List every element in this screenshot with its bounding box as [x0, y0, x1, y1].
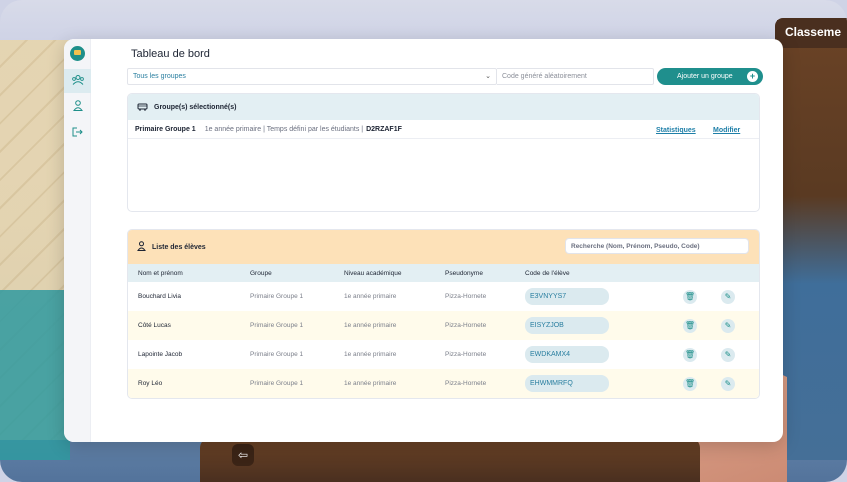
backdrop-bottom-bar: [200, 438, 700, 482]
statistics-link[interactable]: Statistiques: [656, 127, 696, 134]
backdrop-right-panel: [777, 20, 847, 460]
group-select[interactable]: Tous les groupes ⌄: [127, 68, 497, 85]
backdrop-top-rail: [0, 0, 847, 40]
student-search-input[interactable]: Recherche (Nom, Prénom, Pseudo, Code): [565, 238, 749, 254]
group-select-value: Tous les groupes: [133, 73, 186, 80]
students-header: Liste des élèves Recherche (Nom, Prénom,…: [128, 230, 759, 264]
student-group: Primaire Groupe 1: [250, 322, 304, 329]
col-level: Niveau académique: [344, 269, 402, 277]
groups-icon: [71, 74, 84, 88]
add-group-button[interactable]: Ajouter un groupe +: [657, 68, 763, 85]
student-icon: [137, 241, 146, 253]
selected-groups-header: Groupe(s) sélectionné(s): [128, 94, 759, 120]
edit-icon[interactable]: ✎: [721, 318, 735, 333]
group-code-placeholder: Code généré aléatoirement: [502, 73, 587, 80]
student-name: Bouchard Livia: [138, 293, 181, 300]
dashboard-window: Tableau de bord Tous les groupes ⌄ Code …: [64, 39, 783, 442]
trash-icon[interactable]: 🗑: [683, 347, 697, 362]
edit-icon[interactable]: ✎: [721, 347, 735, 362]
selected-group-name: Primaire Groupe 1: [135, 125, 196, 133]
student-level: 1e année primaire: [344, 322, 397, 329]
add-group-label: Ajouter un groupe: [677, 73, 733, 80]
student-name: Lapointe Jacob: [138, 351, 183, 358]
main-content: Tableau de bord Tous les groupes ⌄ Code …: [91, 39, 783, 442]
table-row: Roy Léo Primaire Groupe 1 1e année prima…: [128, 369, 759, 398]
student-search-placeholder: Recherche (Nom, Prénom, Pseudo, Code): [571, 242, 700, 250]
sidebar-item-logout[interactable]: [64, 121, 91, 145]
student-pseudo: Pizza-Hornete: [445, 293, 487, 300]
logout-icon: [72, 126, 83, 140]
student-name: Côté Lucas: [138, 322, 171, 329]
selected-group-desc: 1e année primaire | Temps défini par les…: [204, 125, 364, 133]
student-level: 1e année primaire: [344, 351, 397, 358]
app-logo[interactable]: [70, 46, 85, 61]
students-table-header: Nom et prénom Groupe Niveau académique P…: [128, 264, 759, 282]
selected-group-code: D2RZAF1F: [366, 125, 402, 133]
user-icon: [72, 100, 83, 114]
sidebar: [64, 39, 91, 442]
student-level: 1e année primaire: [344, 380, 397, 387]
col-code: Code de l'élève: [525, 269, 570, 277]
sidebar-item-profile[interactable]: [64, 95, 91, 119]
edit-group-link[interactable]: Modifier: [713, 127, 740, 134]
trash-icon[interactable]: 🗑: [683, 376, 697, 391]
chevron-down-icon: ⌄: [485, 73, 491, 80]
group-bus-icon: [137, 102, 148, 113]
students-card: Liste des élèves Recherche (Nom, Prénom,…: [127, 229, 760, 399]
table-row: Côté Lucas Primaire Groupe 1 1e année pr…: [128, 311, 759, 340]
group-code-input[interactable]: Code généré aléatoirement: [497, 68, 654, 85]
student-code: EISYZJOB: [525, 317, 609, 334]
selected-groups-title: Groupe(s) sélectionné(s): [154, 103, 237, 111]
student-name: Roy Léo: [138, 380, 163, 387]
student-group: Primaire Groupe 1: [250, 293, 304, 300]
table-row: Lapointe Jacob Primaire Groupe 1 1e anné…: [128, 340, 759, 369]
col-group: Groupe: [250, 269, 272, 277]
student-pseudo: Pizza-Hornete: [445, 380, 487, 387]
trash-icon[interactable]: 🗑: [683, 318, 697, 333]
backdrop-exit-icon: ⇦: [232, 444, 254, 466]
table-row: Bouchard Livia Primaire Groupe 1 1e anné…: [128, 282, 759, 311]
edit-icon[interactable]: ✎: [721, 289, 735, 304]
student-group: Primaire Groupe 1: [250, 351, 304, 358]
student-level: 1e année primaire: [344, 293, 397, 300]
student-code: EWDKAMX4: [525, 346, 609, 363]
col-pseudo: Pseudonyme: [445, 269, 483, 277]
student-code: EHWMMRFQ: [525, 375, 609, 392]
trash-icon[interactable]: 🗑: [683, 289, 697, 304]
page-title: Tableau de bord: [131, 48, 210, 60]
sidebar-item-groups[interactable]: [64, 69, 91, 93]
selected-groups-card: Groupe(s) sélectionné(s) Primaire Groupe…: [127, 93, 760, 212]
student-group: Primaire Groupe 1: [250, 380, 304, 387]
backdrop-water: [0, 290, 70, 460]
backdrop-panel-title: Classeme: [784, 25, 841, 39]
student-pseudo: Pizza-Hornete: [445, 351, 487, 358]
col-name: Nom et prénom: [138, 269, 183, 277]
students-title: Liste des élèves: [152, 243, 206, 251]
student-code: E3VNYYS7: [525, 288, 609, 305]
plus-icon: +: [747, 71, 758, 82]
edit-icon[interactable]: ✎: [721, 376, 735, 391]
student-pseudo: Pizza-Hornete: [445, 322, 487, 329]
